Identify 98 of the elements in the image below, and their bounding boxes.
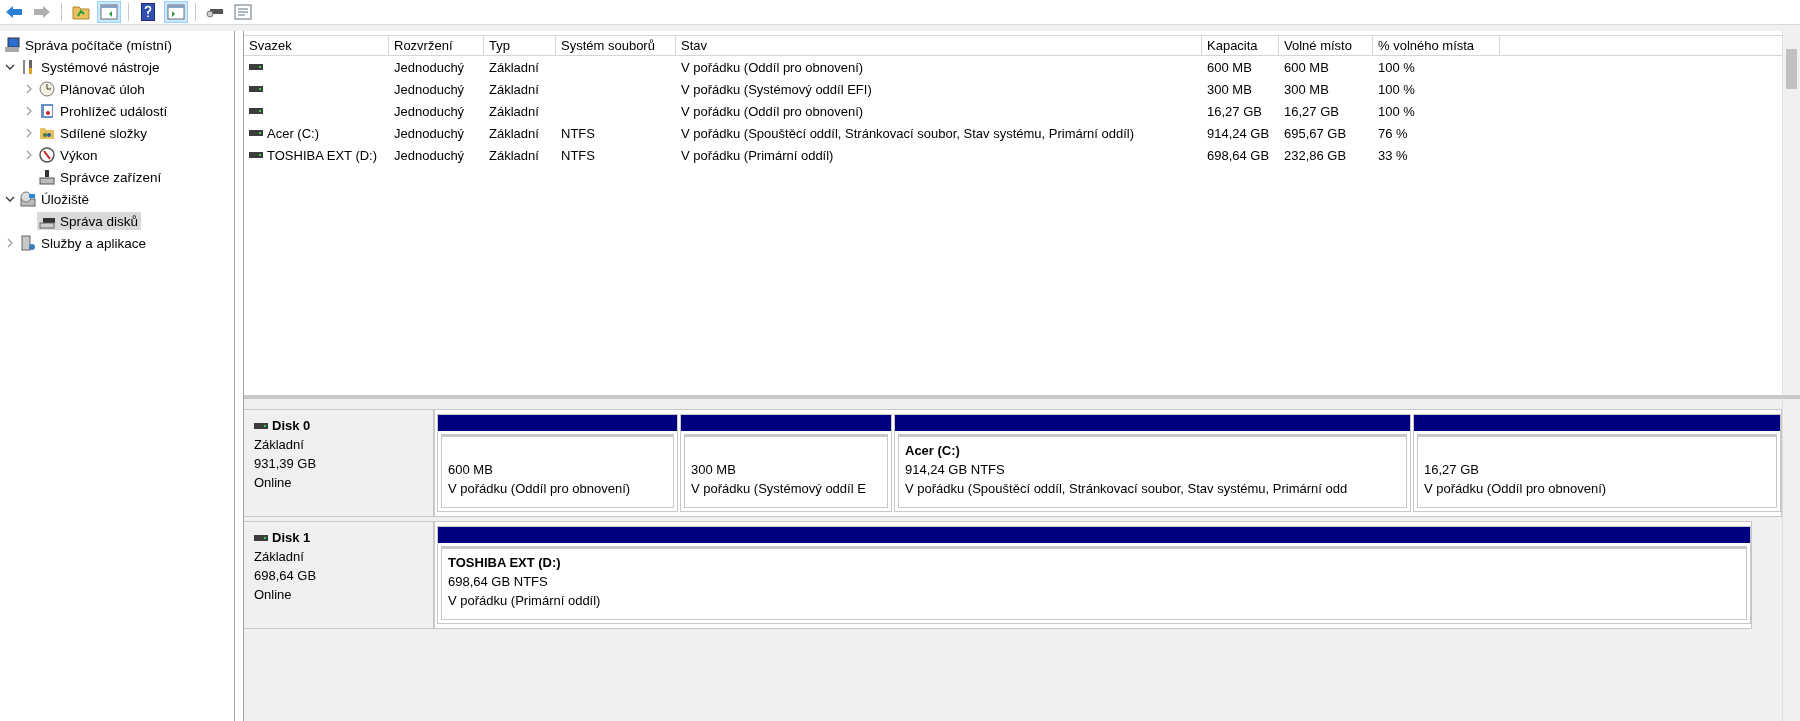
list-icon <box>234 4 252 20</box>
device-icon <box>39 169 55 185</box>
log-book-icon <box>39 103 55 119</box>
disk-status: Online <box>254 474 293 492</box>
tree-item[interactable]: Správce zařízení <box>37 168 165 186</box>
partition-status: V pořádku (Systémový oddíl E <box>691 480 867 498</box>
table-cell-text: 600 MB <box>1206 59 1253 75</box>
column-header[interactable]: Stav <box>676 36 1202 55</box>
table-cell-text: 695,67 GB <box>1283 125 1348 141</box>
disk-name: Disk 0 <box>272 417 311 435</box>
table-cell-text: Jednoduchý <box>393 147 466 163</box>
partition-block[interactable]: 16,27 GB V pořádku (Oddíl pro obnovení) <box>1413 414 1781 512</box>
column-header[interactable]: % volného místa <box>1373 36 1500 55</box>
partition-size: 698,64 GB NTFS <box>448 573 549 591</box>
table-cell-text: 300 MB <box>1206 81 1253 97</box>
forward-arrow-icon <box>33 5 51 19</box>
tree-item[interactable]: Prohlížeč událostí <box>37 102 171 120</box>
partition-status: V pořádku (Primární oddíl) <box>448 592 602 610</box>
computer-icon <box>4 37 20 53</box>
tree-item[interactable]: Systémové nástroje <box>18 58 163 76</box>
tree-item[interactable]: Správa počítače (místní) <box>2 36 176 54</box>
disk-size: 698,64 GB <box>254 567 318 585</box>
column-header[interactable]: Volné místo <box>1279 36 1373 55</box>
table-cell-text: 100 % <box>1377 81 1416 97</box>
table-cell-text: 100 % <box>1377 59 1416 75</box>
table-cell-text: Jednoduchý <box>393 125 466 141</box>
disk-type: Základní <box>254 548 305 566</box>
drive-icon <box>249 108 263 114</box>
table-cell-text: Základní <box>488 147 540 163</box>
shared-folder-icon <box>39 125 55 141</box>
table-cell-text: 100 % <box>1377 103 1416 119</box>
help-icon <box>141 3 155 21</box>
table-cell-text: V pořádku (Primární oddíl) <box>680 147 835 163</box>
table-cell-text: Jednoduchý <box>393 103 466 119</box>
table-cell-text: 16,27 GB <box>1283 103 1340 119</box>
tree-item[interactable]: Úložiště <box>18 190 92 208</box>
disk-status: Online <box>254 586 293 604</box>
partition-block[interactable]: 300 MB V pořádku (Systémový oddíl E <box>680 414 892 512</box>
services-icon <box>20 235 36 251</box>
pane-icon <box>167 4 185 20</box>
table-cell-text: Jednoduchý <box>393 59 466 75</box>
column-header[interactable]: Systém souborů <box>556 36 676 55</box>
tree-item[interactable]: Plánovač úloh <box>37 80 148 98</box>
table-cell-text: NTFS <box>560 147 596 163</box>
partition-status: V pořádku (Spouštěcí oddíl, Stránkovací soubor, Stav systému, Primární odd <box>905 480 1349 498</box>
partition-title: TOSHIBA EXT (D:) <box>448 554 562 572</box>
clock-icon <box>39 81 55 97</box>
tree-item[interactable]: Správa disků <box>37 212 142 230</box>
table-cell-text: 600 MB <box>1283 59 1330 75</box>
drive-icon <box>249 130 263 136</box>
partition-size: 300 MB <box>691 461 737 479</box>
partition-block[interactable]: TOSHIBA EXT (D:) 698,64 GB NTFS V pořádku (Primární oddíl) <box>437 526 1751 624</box>
table-cell-text: 33 % <box>1377 147 1409 163</box>
gauge-icon <box>39 147 55 163</box>
partition-size: 600 MB <box>448 461 494 479</box>
table-cell-text: V pořádku (Systémový oddíl EFI) <box>680 81 873 97</box>
scrollbar[interactable] <box>1782 31 1800 395</box>
table-cell-text: V pořádku (Oddíl pro obnovení) <box>680 59 865 75</box>
folder-up-icon <box>72 4 90 20</box>
pane-icon <box>100 4 118 20</box>
tree-item[interactable]: Výkon <box>37 146 101 164</box>
partition-status: V pořádku (Oddíl pro obnovení) <box>1424 480 1608 498</box>
table-cell-text: Základní <box>488 125 540 141</box>
table-cell-text: 232,86 GB <box>1283 147 1348 163</box>
table-cell-text: Základní <box>488 59 540 75</box>
table-cell-text: 16,27 GB <box>1206 103 1263 119</box>
partition-size: 914,24 GB NTFS <box>905 461 1006 479</box>
column-header[interactable]: Rozvržení <box>389 36 484 55</box>
partition-block[interactable]: Acer (C:) 914,24 GB NTFS V pořádku (Spouštěcí oddíl, Stránkovací soubor, Stav systému, Primární odd <box>894 414 1411 512</box>
partition-title: Acer (C:) <box>905 442 961 460</box>
disk-size: 931,39 GB <box>254 455 318 473</box>
tree-item[interactable]: Sdílené složky <box>37 124 151 142</box>
drive-icon <box>249 86 263 92</box>
drive-icon <box>249 152 263 158</box>
disk-name: Disk 1 <box>272 529 311 547</box>
column-header[interactable]: Kapacita <box>1202 36 1279 55</box>
table-cell-text: Základní <box>488 103 540 119</box>
partition-size: 16,27 GB <box>1424 461 1480 479</box>
column-header[interactable]: Svazek <box>244 36 389 55</box>
drive-icon <box>249 64 263 70</box>
table-cell-text: V pořádku (Spouštěcí oddíl, Stránkovací soubor, Stav systému, Primární oddíl) <box>680 125 1136 141</box>
table-cell-text: Základní <box>488 81 540 97</box>
column-header[interactable]: Typ <box>484 36 556 55</box>
table-cell-text: 76 % <box>1377 125 1409 141</box>
partition-block[interactable]: 600 MB V pořádku (Oddíl pro obnovení) <box>437 414 678 512</box>
table-cell-text: 914,24 GB <box>1206 125 1271 141</box>
tree-item[interactable]: Služby a aplikace <box>18 234 150 252</box>
table-cell-text: NTFS <box>560 125 596 141</box>
partition-status: V pořádku (Oddíl pro obnovení) <box>448 480 632 498</box>
table-cell: TOSHIBA EXT (D:) <box>267 147 378 163</box>
back-arrow-icon <box>5 5 23 19</box>
table-cell: Acer (C:) <box>267 125 319 141</box>
disk-type: Základní <box>254 436 305 454</box>
table-cell-text: V pořádku (Oddíl pro obnovení) <box>680 103 865 119</box>
storage-icon <box>20 191 36 207</box>
table-cell-text: 300 MB <box>1283 81 1330 97</box>
table-cell-text: Jednoduchý <box>393 81 466 97</box>
table-cell-text: 698,64 GB <box>1206 147 1271 163</box>
